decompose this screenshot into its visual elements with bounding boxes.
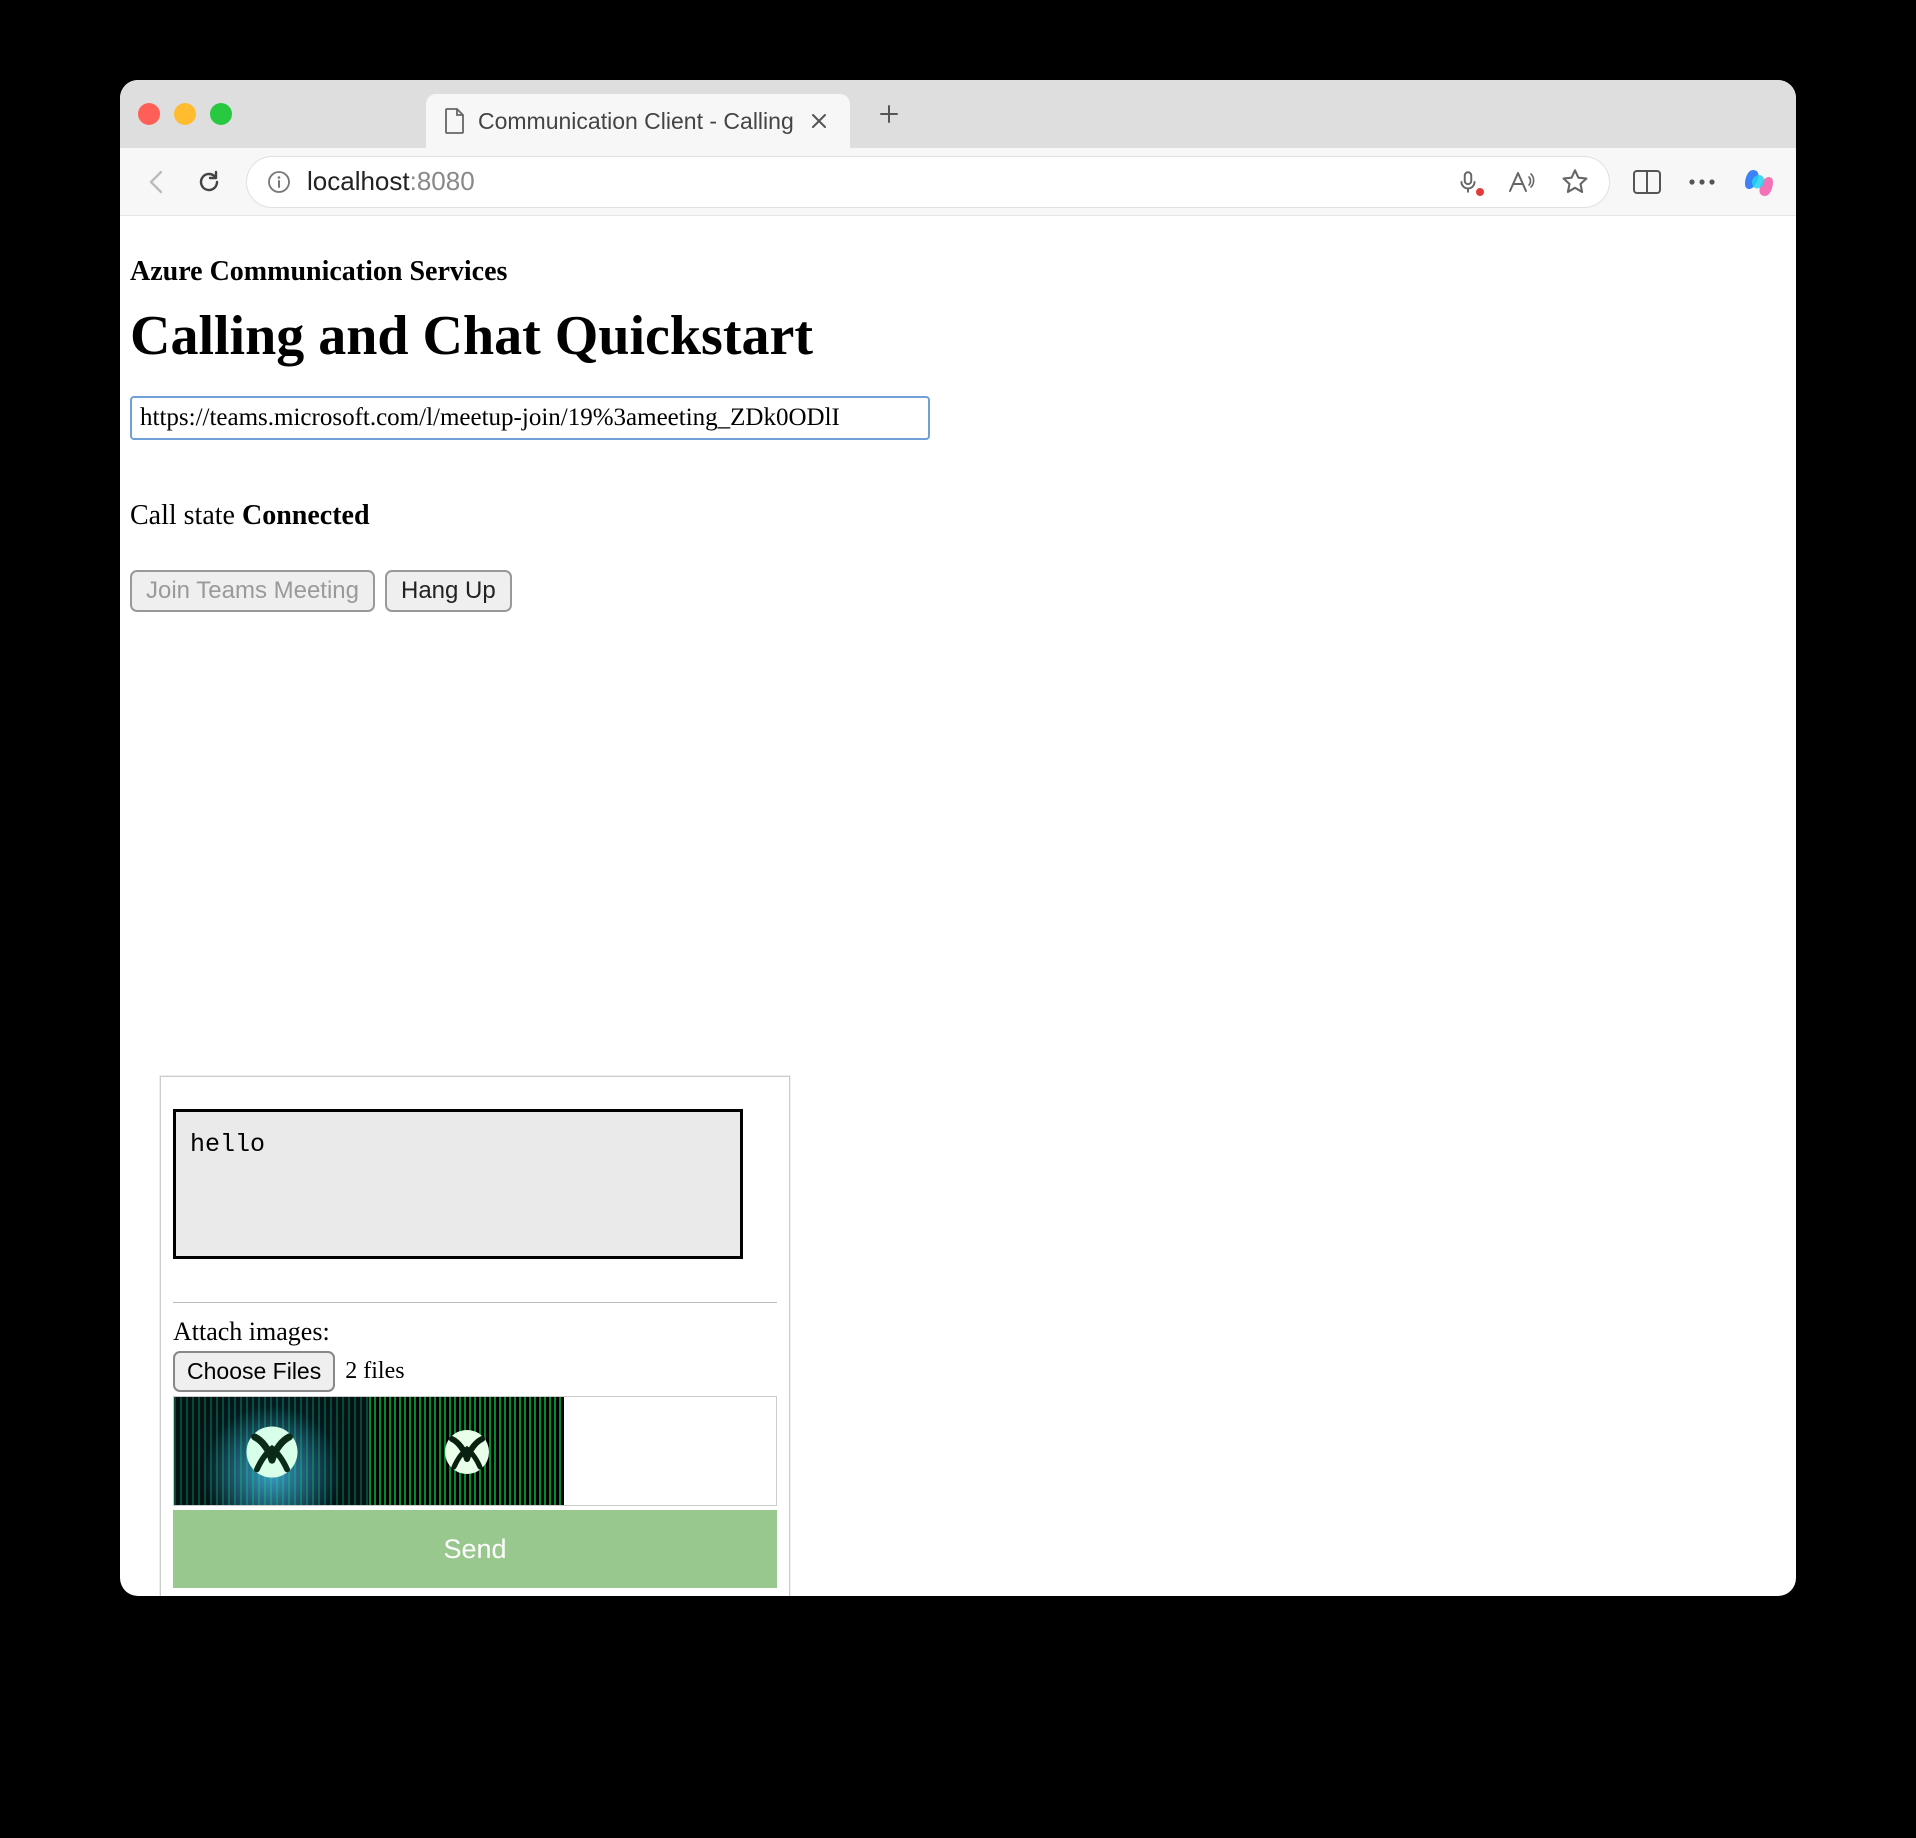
maximize-window-button[interactable] — [210, 103, 232, 125]
refresh-button[interactable] — [194, 167, 224, 197]
divider — [173, 1302, 777, 1303]
page-content: Azure Communication Services Calling and… — [120, 216, 1796, 1596]
choose-files-button[interactable]: Choose Files — [173, 1351, 335, 1392]
chat-panel: Attach images: Choose Files 2 files — [160, 1076, 790, 1596]
close-window-button[interactable] — [138, 103, 160, 125]
browser-toolbar: localhost:8080 — [120, 148, 1796, 216]
attachment-thumbnail-2[interactable] — [369, 1397, 564, 1506]
message-input[interactable] — [173, 1109, 743, 1259]
call-state: Call state Connected — [130, 500, 1786, 532]
page-subtitle: Azure Communication Services — [130, 256, 1786, 288]
page-title: Calling and Chat Quickstart — [130, 304, 1786, 368]
copilot-icon[interactable] — [1742, 166, 1774, 198]
back-button[interactable] — [142, 167, 172, 197]
favorite-icon[interactable] — [1561, 168, 1589, 196]
attachment-thumbnail-1[interactable] — [174, 1397, 369, 1506]
url-host: localhost — [307, 166, 410, 196]
document-icon — [444, 108, 466, 134]
hang-up-button[interactable]: Hang Up — [385, 570, 512, 612]
meeting-url-input[interactable] — [130, 396, 930, 440]
join-meeting-button[interactable]: Join Teams Meeting — [130, 570, 375, 612]
file-count-text: 2 files — [345, 1358, 404, 1385]
attach-images-label: Attach images: — [173, 1317, 777, 1347]
address-bar[interactable]: localhost:8080 — [246, 156, 1610, 208]
attachment-thumbnails — [173, 1396, 777, 1506]
minimize-window-button[interactable] — [174, 103, 196, 125]
read-aloud-icon[interactable] — [1507, 169, 1535, 195]
toolbar-right — [1632, 166, 1774, 198]
url-text: localhost:8080 — [307, 166, 475, 197]
url-port: :8080 — [410, 166, 475, 196]
browser-tab[interactable]: Communication Client - Calling — [426, 94, 850, 148]
new-tab-button[interactable] — [864, 103, 914, 125]
more-options-icon[interactable] — [1688, 178, 1716, 186]
split-screen-icon[interactable] — [1632, 169, 1662, 195]
file-input-row: Choose Files 2 files — [173, 1351, 777, 1392]
window-controls — [138, 103, 232, 125]
xbox-icon — [243, 1423, 301, 1481]
call-buttons: Join Teams Meeting Hang Up — [130, 570, 1786, 612]
call-state-label: Call state — [130, 500, 242, 531]
microphone-blocked-icon[interactable] — [1455, 169, 1481, 195]
address-bar-actions — [1455, 168, 1589, 196]
xbox-icon — [442, 1427, 492, 1477]
tab-title: Communication Client - Calling — [478, 108, 794, 135]
browser-window: Communication Client - Calling localhost… — [120, 80, 1796, 1596]
site-info-icon[interactable] — [267, 170, 291, 194]
close-tab-button[interactable] — [806, 110, 832, 132]
tab-strip: Communication Client - Calling — [120, 80, 1796, 148]
send-button[interactable]: Send — [173, 1510, 777, 1588]
call-state-value: Connected — [242, 500, 370, 531]
